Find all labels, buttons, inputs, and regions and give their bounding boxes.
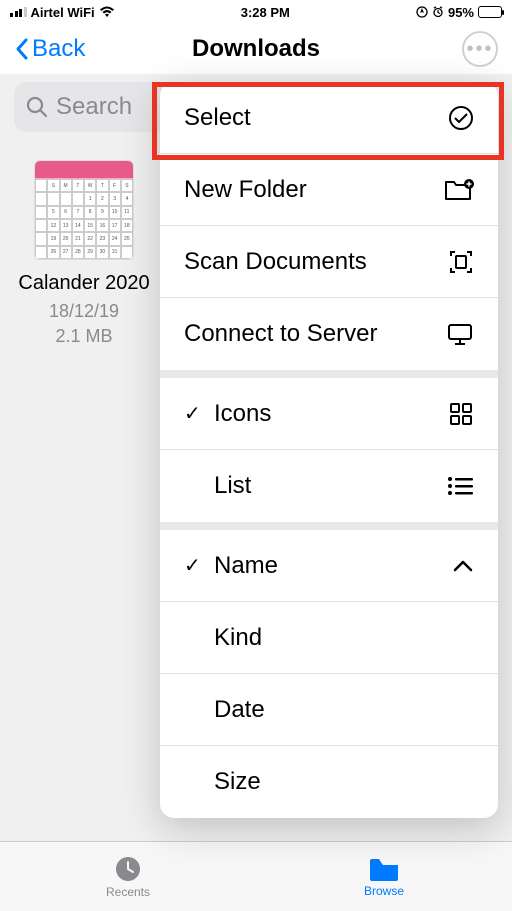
nav-bar: Back Downloads ••• [0,24,512,74]
check-icon: ✓ [184,553,206,578]
more-button[interactable]: ••• [462,31,498,67]
file-item[interactable]: SMTWTFS 1234 567891011 12131415161718 19… [14,160,154,389]
alarm-icon [432,6,444,18]
check-circle-icon [448,105,474,131]
search-icon [26,96,48,118]
clock-icon [114,855,142,883]
menu-label: Connect to Server [184,320,377,348]
menu-label: New Folder [184,176,307,204]
tab-label: Recents [106,885,150,899]
status-bar: Airtel WiFi 3:28 PM 95% [0,0,512,24]
tab-recents[interactable]: Recents [0,842,256,911]
menu-sort-date[interactable]: Date [160,674,498,746]
menu-label: Size [214,768,261,796]
menu-sort-kind[interactable]: Kind [160,602,498,674]
battery-percent: 95% [448,5,474,20]
file-thumbnail: SMTWTFS 1234 567891011 12131415161718 19… [34,160,134,260]
back-label: Back [32,35,85,63]
folder-plus-icon [444,178,474,202]
folder-icon [368,856,400,882]
status-time: 3:28 PM [241,5,290,20]
context-menu: Select New Folder Scan Documents Connect… [160,82,498,818]
back-button[interactable]: Back [14,35,85,63]
menu-view-icons[interactable]: ✓ Icons [160,378,498,450]
chevron-left-icon [14,37,30,61]
location-icon [416,6,428,18]
menu-label: Kind [214,624,262,652]
menu-separator [160,522,498,530]
tab-label: Browse [364,884,404,898]
grid-icon [448,401,474,427]
menu-new-folder[interactable]: New Folder [160,154,498,226]
search-placeholder: Search [56,93,132,121]
list-icon [446,476,474,496]
carrier-label: Airtel WiFi [31,5,95,20]
file-name: Calander 2020 [14,272,154,295]
chevron-up-icon [452,559,474,573]
menu-label: Icons [214,400,271,428]
ellipsis-icon: ••• [466,38,493,61]
menu-sort-size[interactable]: Size [160,746,498,818]
tab-bar: Recents Browse [0,841,512,911]
status-right: 95% [416,5,502,20]
scan-icon [448,249,474,275]
page-title: Downloads [192,35,320,63]
menu-connect-server[interactable]: Connect to Server [160,298,498,370]
battery-icon [478,6,502,18]
file-size: 2.1 MB [14,324,154,349]
menu-label: Select [184,104,251,132]
menu-label: Name [214,552,278,580]
monitor-icon [446,322,474,346]
menu-label: Date [214,696,265,724]
cellular-signal-icon [10,7,27,17]
menu-sort-name[interactable]: ✓ Name [160,530,498,602]
menu-separator [160,370,498,378]
menu-scan-documents[interactable]: Scan Documents [160,226,498,298]
menu-label: List [214,472,251,500]
status-left: Airtel WiFi [10,5,115,20]
menu-view-list[interactable]: List [160,450,498,522]
check-icon: ✓ [184,401,206,426]
file-date: 18/12/19 [14,299,154,324]
wifi-icon [99,6,115,18]
menu-select[interactable]: Select [160,82,498,154]
menu-label: Scan Documents [184,248,367,276]
tab-browse[interactable]: Browse [256,842,512,911]
